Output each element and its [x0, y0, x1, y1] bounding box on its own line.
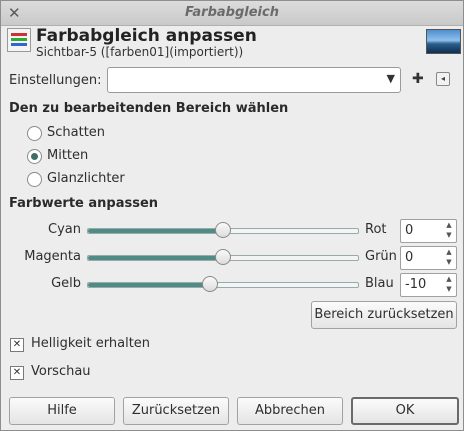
preview-label[interactable]: Vorschau — [31, 364, 91, 379]
color-balance-icon — [7, 28, 31, 52]
presets-label: Einstellungen: — [9, 73, 102, 88]
stepper-arrows-icon[interactable]: ▲ ▼ — [444, 220, 454, 240]
stepper-arrows-icon[interactable]: ▲ ▼ — [444, 274, 454, 294]
radio-shadows[interactable] — [27, 126, 42, 141]
slider-red-label: Rot — [365, 222, 387, 237]
stepper-arrows-icon[interactable]: ▲ ▼ — [444, 247, 454, 267]
dialog-heading: Farbabgleich anpassen — [36, 26, 257, 46]
slider-cyan-label: Cyan — [48, 222, 81, 237]
adjust-heading: Farbwerte anpassen — [9, 196, 159, 211]
radio-shadows-label[interactable]: Schatten — [47, 125, 105, 140]
yellow-blue-spinbox[interactable]: -10 ▲ ▼ — [400, 273, 457, 297]
slider-yellow-blue[interactable] — [87, 282, 359, 288]
help-button[interactable]: Hilfe — [9, 397, 115, 425]
radio-midtones[interactable] — [27, 149, 42, 164]
slider-magenta-label: Magenta — [24, 249, 81, 264]
ok-button[interactable]: OK — [351, 397, 459, 425]
slider-yellow-blue-handle[interactable] — [201, 276, 218, 292]
slider-green-label: Grün — [365, 249, 397, 264]
range-heading: Den zu bearbeitenden Bereich wählen — [9, 101, 289, 116]
magenta-green-spinbox[interactable]: 0 ▲ ▼ — [400, 246, 457, 270]
yellow-blue-value: -10 — [405, 277, 427, 292]
window-title: Farbabgleich — [185, 5, 279, 20]
slider-magenta-green-handle[interactable] — [215, 249, 231, 265]
add-preset-icon[interactable]: ✚ — [412, 71, 424, 87]
slider-blue-label: Blau — [365, 276, 394, 291]
title-bar: ✕ Farbabgleich — [1, 1, 463, 26]
presets-combo[interactable]: ▼ — [107, 67, 401, 93]
preview-checkbox[interactable]: ✕ — [10, 366, 24, 380]
slider-fill — [88, 256, 223, 260]
radio-highlights-label[interactable]: Glanzlichter — [47, 171, 125, 186]
slider-cyan-red-handle[interactable] — [215, 222, 231, 238]
cyan-red-value: 0 — [405, 223, 414, 238]
dialog-window: ✕ Farbabgleich Farbabgleich anpassen Sic… — [0, 0, 464, 431]
reset-button[interactable]: Zurücksetzen — [123, 397, 229, 425]
slider-fill — [88, 283, 210, 287]
magenta-green-value: 0 — [405, 250, 414, 265]
cyan-red-spinbox[interactable]: 0 ▲ ▼ — [400, 219, 457, 243]
layer-subtitle: Sichtbar-5 ([farben01](importiert)) — [36, 45, 244, 59]
slider-yellow-label: Gelb — [51, 276, 81, 291]
layer-thumbnail — [426, 29, 461, 54]
reset-range-button[interactable]: Bereich zurücksetzen — [311, 301, 457, 329]
radio-highlights[interactable] — [27, 172, 42, 187]
chevron-down-icon: ▼ — [386, 72, 395, 85]
radio-midtones-label[interactable]: Mitten — [47, 148, 88, 163]
cancel-button[interactable]: Abbrechen — [237, 397, 343, 425]
preset-menu-icon[interactable]: ◂ — [436, 72, 450, 86]
slider-fill — [88, 229, 223, 233]
preserve-luminosity-label[interactable]: Helligkeit erhalten — [31, 336, 150, 351]
preserve-luminosity-checkbox[interactable]: ✕ — [10, 338, 24, 352]
